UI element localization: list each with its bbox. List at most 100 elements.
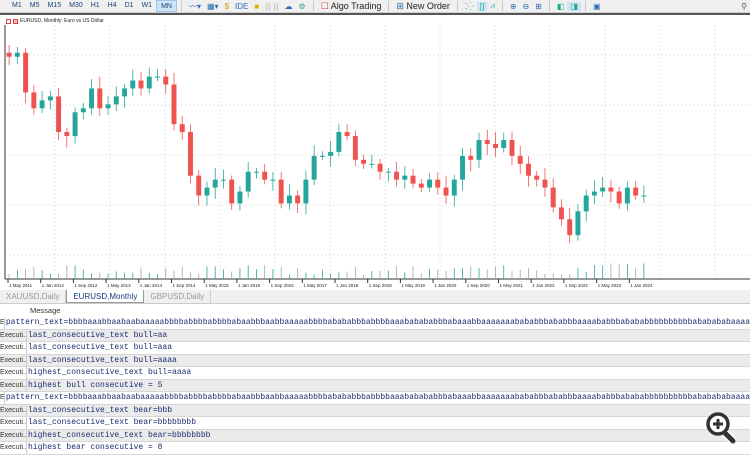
candle-body [253, 171, 259, 173]
chart-title-text: EURUSD, Monthly: Euro vs US Dollar [20, 18, 104, 24]
candle-body [64, 132, 70, 137]
x-tick-label: 1 Sep 2022 [565, 283, 589, 288]
screenshot-icon[interactable]: ▣ [590, 2, 604, 11]
log-row[interactable]: Executi... last_consecutive_text bull=aaa [0, 342, 750, 355]
candle-body [39, 100, 45, 109]
log-row[interactable]: Executi... last_consecutive_text bull=aa [0, 329, 750, 342]
divider [312, 1, 314, 11]
price-chart[interactable]: 1 May 2011 1 Jan 2012 1 Sep 2012 1 May 2013… [0, 15, 750, 292]
timeframe-group: M1 M5 M15 M30 H1 H4 D1 W1 MN [8, 0, 177, 12]
x-tick-label: 1 Sep 2018 [369, 283, 393, 288]
timeframe-h1[interactable]: H1 [87, 0, 104, 12]
new-order-button[interactable]: ⊞ New Order [393, 1, 453, 12]
candle-body [352, 136, 358, 160]
candle-body [188, 132, 193, 176]
candle-body [97, 88, 103, 109]
timeframe-m1[interactable]: M1 [8, 0, 26, 12]
candle-body [600, 187, 606, 192]
chart-shift-icon[interactable]: ◨ [567, 1, 582, 11]
signals-icon[interactable]: ((·)) [262, 2, 281, 11]
line-chart-icon[interactable]: ⩘ [487, 1, 498, 11]
timeframe-d1[interactable]: D1 [121, 0, 138, 12]
candle-body [361, 159, 367, 164]
market-bag-icon[interactable]: ■ [251, 2, 262, 11]
candle-body [377, 163, 383, 172]
search-icon[interactable]: ⚲ [738, 2, 750, 11]
indicators-icon[interactable]: ▦▾ [204, 2, 222, 11]
timeframe-w1[interactable]: W1 [138, 0, 157, 12]
x-tick-label: 1 Jan 2024 [630, 283, 653, 288]
zoom-in-icon[interactable]: ⊕ [507, 2, 520, 11]
chart-window-icon [6, 18, 11, 24]
magnifier-zoom-icon[interactable] [706, 412, 736, 444]
candle-body [641, 195, 647, 197]
log-source: Executi... [0, 379, 27, 391]
log-message: highest bear consecutive = 8 [28, 443, 163, 452]
divider [501, 1, 503, 11]
x-tick-label: 1 Sep 2020 [467, 283, 491, 288]
candle-body [204, 187, 210, 196]
x-tick-label: 1 May 2023 [598, 283, 622, 288]
candle-body [427, 179, 433, 188]
log-header: Message [0, 304, 750, 317]
x-tick-label: 1 May 2019 [401, 283, 425, 288]
dollar-icon[interactable]: $ [222, 2, 232, 11]
candlestick-chart-icon[interactable]: [] [476, 1, 488, 11]
candle-body [319, 155, 325, 157]
candle-body [220, 179, 226, 181]
bar-chart-icon[interactable]: ⁚⁛ [462, 2, 477, 11]
log-row[interactable]: Executi... last_consecutive_text bear=bbb… [0, 417, 750, 430]
x-tick-label: 1 Sep 2012 [74, 283, 98, 288]
candle-body [460, 155, 465, 180]
log-row[interactable]: Executi... last_consecutive_text bull=aaa… [0, 354, 750, 367]
chart-tab[interactable]: XAUUSD,Daily [0, 290, 67, 303]
scroll-chart-icon[interactable]: ◧ [554, 2, 568, 11]
vps-cloud-icon[interactable]: ☁ [282, 2, 296, 11]
chart-window[interactable]: 1 May 2011 1 Jan 2012 1 Sep 2012 1 May 2013… [0, 13, 750, 290]
candle-body [624, 187, 630, 204]
timeframe-m5[interactable]: M5 [26, 0, 44, 12]
settings-icon[interactable]: ⚙ [296, 2, 309, 11]
x-tick-label: 1 May 2015 [205, 283, 229, 288]
candle-body [443, 187, 449, 196]
log-source: Executi... [0, 342, 27, 354]
log-message: last_consecutive_text bull=aa [28, 330, 168, 340]
log-row[interactable]: Executi... highest_consecutive_text bull=… [0, 367, 750, 380]
timeframe-m30[interactable]: M30 [65, 0, 87, 12]
log-row[interactable]: Executi...pattern_text=bbbbaaabbaabaabaa… [0, 392, 750, 405]
chart-type-icon[interactable]: 〰▾ [186, 1, 204, 12]
divider [180, 1, 182, 11]
x-tick-label: 1 May 2017 [303, 283, 327, 288]
timeframe-m15[interactable]: M15 [43, 0, 65, 12]
log-row[interactable]: Executi... highest bull consecutive = 5 [0, 379, 750, 392]
message-column-header[interactable]: Message [30, 306, 60, 315]
zoom-out-icon[interactable]: ⊖ [520, 2, 533, 11]
candle-body [311, 155, 317, 180]
log-row[interactable]: Executi... highest_consecutive_text bear=… [0, 429, 750, 442]
x-tick-label: 1 Jan 2020 [434, 283, 457, 288]
candle-body [196, 175, 202, 196]
chart-tab[interactable]: EURUSD,Monthly [66, 290, 145, 303]
new-order-icon: ⊞ [396, 0, 404, 11]
log-row[interactable]: Executi... last_consecutive_text bear=bbb [0, 404, 750, 417]
candle-body [435, 179, 441, 188]
algo-trading-button[interactable]: ☐ Algo Trading [318, 1, 385, 12]
log-row[interactable]: Executi...pattern_text=bbbbaaabbaabaabaa… [0, 317, 750, 330]
candle-body [567, 219, 573, 236]
ide-icon[interactable]: IDE [232, 2, 251, 11]
log-source: Executi... [0, 404, 27, 416]
timeframe-h4[interactable]: H4 [104, 0, 121, 12]
candle-body [484, 140, 490, 144]
candle-body [517, 155, 523, 164]
candle-body [237, 191, 243, 204]
chart-tab[interactable]: GBPUSD,Daily [144, 290, 212, 303]
log-message: last_consecutive_text bull=aaa [28, 343, 173, 352]
experts-log: Message Executi... pattern_text=bbbbaaabb… [0, 304, 750, 455]
candle-body [369, 163, 375, 165]
timeframe-mn[interactable]: MN [156, 0, 177, 12]
tile-windows-icon[interactable]: ⊞ [532, 2, 545, 11]
candle-body [155, 76, 160, 78]
new-order-label: New Order [406, 0, 450, 11]
x-tick-label: 1 Jan 2018 [336, 283, 359, 288]
candle-body [262, 171, 268, 180]
